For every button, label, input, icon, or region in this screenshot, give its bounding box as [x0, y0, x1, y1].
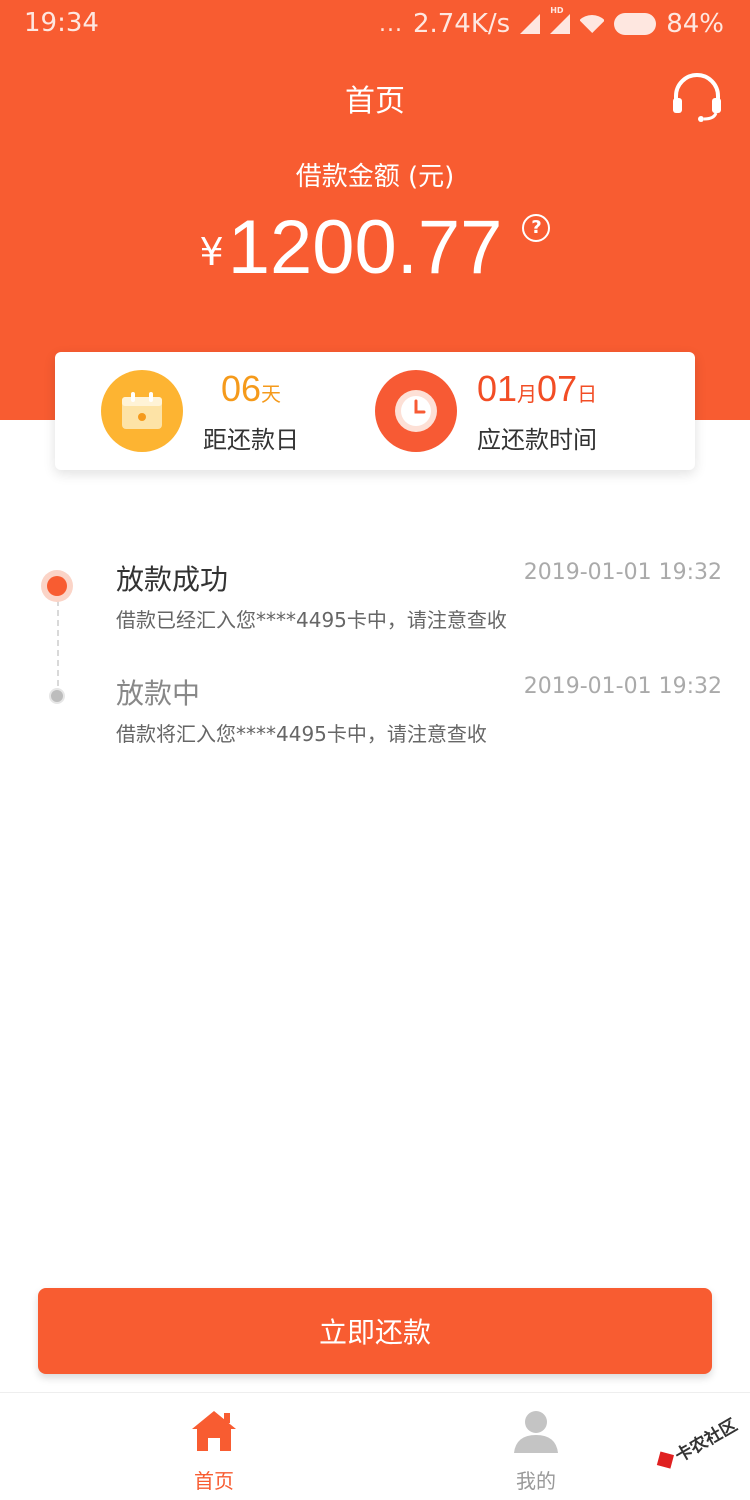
user-icon [514, 1411, 558, 1453]
headset-icon[interactable] [670, 72, 724, 122]
tab-bar: 首页 我的 [0, 1392, 750, 1500]
tab-mine[interactable]: 我的 [436, 1393, 636, 1500]
status-bar: 19:34 ... 2.74K/s HD 84% [0, 0, 750, 48]
more-dots: ... [378, 11, 403, 37]
hd-label: HD [550, 6, 564, 15]
tab-label: 我的 [516, 1469, 556, 1493]
days-left-value: 06天 [220, 367, 282, 409]
days-left-text: 06天 距还款日 [203, 368, 299, 455]
loan-amount: 1200.77 [227, 205, 503, 290]
network-speed: 2.74K/s [412, 9, 511, 39]
days-left-label: 距还款日 [203, 425, 299, 454]
due-date-text: 01月07日 应还款时间 [477, 368, 597, 455]
calendar-icon [101, 370, 183, 452]
help-icon[interactable]: ? [522, 214, 551, 242]
home-icon [192, 1411, 236, 1451]
currency-symbol: ¥ [199, 230, 224, 274]
timeline-title: 放款中 [116, 677, 201, 710]
amount-row: ¥ 1200.77 ? [0, 210, 750, 286]
battery-icon [614, 13, 657, 35]
status-indicators: ... 2.74K/s HD 84% [369, 6, 724, 40]
repayment-info-card: 06天 距还款日 01月07日 应还款时间 [55, 352, 695, 470]
watermark-logo: 卡农社区 [656, 1414, 741, 1469]
timeline-time: 2019-01-01 19:32 [523, 674, 722, 699]
status-time: 19:34 [24, 8, 99, 38]
page-title: 首页 [345, 84, 405, 119]
amount-label: 借款金额 (元) [295, 162, 455, 192]
signal-icon [520, 14, 541, 34]
hd-signal-icon: HD [550, 6, 571, 34]
watermark-text: 卡农社区 [671, 1414, 740, 1466]
wifi-icon [580, 15, 604, 33]
tab-label: 首页 [194, 1469, 234, 1493]
clock-icon [375, 370, 457, 452]
timeline-description: 借款将汇入您****4495卡中，请注意查收 [116, 722, 487, 746]
timeline-description: 借款已经汇入您****4495卡中，请注意查收 [116, 608, 507, 632]
battery-percent: 84% [666, 9, 724, 39]
due-date-label: 应还款时间 [477, 425, 597, 454]
days-left-section: 06天 距还款日 [101, 352, 299, 470]
tab-home[interactable]: 首页 [114, 1393, 314, 1500]
due-date-value: 01月07日 [477, 367, 598, 409]
repay-now-button[interactable]: 立即还款 [38, 1288, 712, 1374]
due-date-section: 01月07日 应还款时间 [375, 352, 597, 470]
timeline-title: 放款成功 [116, 563, 229, 596]
timeline-dot-active [41, 570, 73, 602]
timeline-connector [57, 600, 59, 696]
timeline-time: 2019-01-01 19:32 [523, 560, 722, 585]
timeline-dot-inactive [49, 688, 65, 704]
